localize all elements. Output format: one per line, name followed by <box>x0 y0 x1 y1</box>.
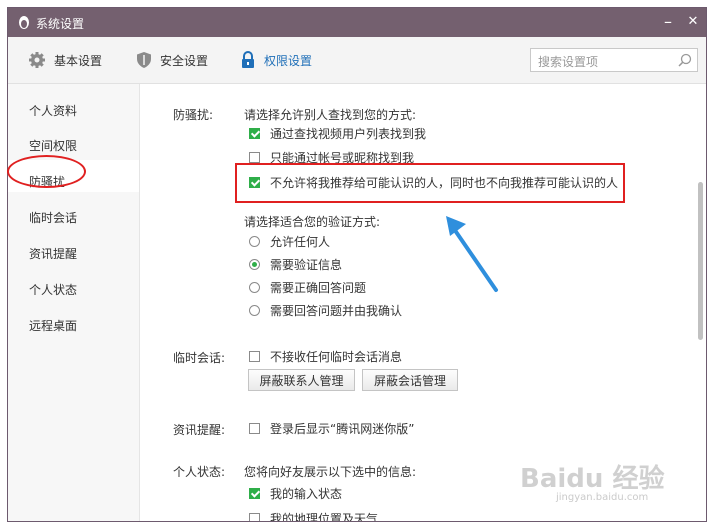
block-sessions-button[interactable]: 屏蔽会话管理 <box>362 369 458 391</box>
title-bar: 系统设置 – ✕ <box>8 8 706 37</box>
arrow-icon <box>446 216 498 292</box>
shield-icon <box>137 52 151 68</box>
search-input[interactable]: 搜索设置项 <box>530 48 698 72</box>
verify-option-anyone[interactable]: 允许任何人 <box>249 232 330 250</box>
verify-option-message[interactable]: 需要验证信息 <box>249 255 342 273</box>
status-prompt: 您将向好友展示以下选中的信息: <box>244 465 417 479</box>
radio[interactable] <box>249 281 260 293</box>
watermark-url: jingyan.baidu.com <box>556 492 649 503</box>
tab-label: 权限设置 <box>264 53 313 68</box>
section-label-status: 个人状态: <box>173 465 226 479</box>
checkbox[interactable] <box>249 151 260 163</box>
option-label: 我的输入状态 <box>270 486 343 501</box>
settings-window: 系统设置 – ✕ 基本设置 安全设置 权限设置 搜索设置项 个人资料 空间权限 … <box>7 7 707 522</box>
section-label-news: 资讯提醒: <box>173 423 226 437</box>
sidebar-item-profile[interactable]: 个人资料 <box>29 102 77 119</box>
option-label: 不接收任何临时会话消息 <box>270 349 403 364</box>
tab-permission-settings[interactable]: 权限设置 <box>240 48 312 72</box>
settings-content: 防骚扰: 请选择允许别人查找到您的方式: 通过查找视频用户列表找到我 只能通过帐… <box>140 84 694 522</box>
watermark-logo: Baidu 经验 <box>520 464 665 494</box>
scrollbar-thumb[interactable] <box>698 182 703 340</box>
checkbox[interactable] <box>249 422 260 434</box>
sidebar-item-remote-desktop[interactable]: 远程桌面 <box>29 317 77 334</box>
tab-label: 安全设置 <box>160 53 209 68</box>
tab-basic-settings[interactable]: 基本设置 <box>28 48 102 72</box>
gear-icon <box>29 52 45 68</box>
search-placeholder: 搜索设置项 <box>538 55 599 69</box>
verify-prompt: 请选择适合您的验证方式: <box>244 215 381 229</box>
radio[interactable] <box>249 304 260 316</box>
radio[interactable] <box>249 258 260 270</box>
checkbox[interactable] <box>249 127 260 139</box>
option-label: 允许任何人 <box>270 234 331 249</box>
option-label: 通过查找视频用户列表找到我 <box>270 126 427 141</box>
temp-session-option[interactable]: 不接收任何临时会话消息 <box>249 347 402 365</box>
radio[interactable] <box>249 235 260 247</box>
checkbox[interactable] <box>249 350 260 362</box>
verify-option-answer-confirm[interactable]: 需要回答问题并由我确认 <box>249 301 402 319</box>
option-label: 登录后显示“腾讯网迷你版” <box>270 421 415 436</box>
status-option-location[interactable]: 我的地理位置及天气 <box>249 509 379 522</box>
option-label: 需要验证信息 <box>270 257 343 272</box>
scrollbar[interactable] <box>694 84 706 521</box>
sidebar: 个人资料 空间权限 防骚扰 临时会话 资讯提醒 个人状态 远程桌面 <box>8 84 140 521</box>
close-button[interactable]: ✕ <box>683 12 703 32</box>
highlight-box <box>235 163 625 203</box>
sidebar-item-news[interactable]: 资讯提醒 <box>29 245 77 262</box>
checkbox[interactable] <box>249 487 260 499</box>
toolbar: 基本设置 安全设置 权限设置 搜索设置项 <box>8 37 706 84</box>
option-label: 需要正确回答问题 <box>270 280 367 295</box>
find-prompt: 请选择允许别人查找到您的方式: <box>244 108 417 122</box>
option-label: 需要回答问题并由我确认 <box>270 303 403 318</box>
block-contacts-button[interactable]: 屏蔽联系人管理 <box>248 369 355 391</box>
status-option-typing[interactable]: 我的输入状态 <box>249 484 342 502</box>
window-title: 系统设置 <box>36 17 85 31</box>
checkbox[interactable] <box>249 512 260 521</box>
lock-icon <box>242 51 254 68</box>
search-icon[interactable] <box>678 53 692 67</box>
penguin-icon <box>19 16 29 29</box>
tab-label: 基本设置 <box>54 53 103 68</box>
sidebar-item-space-permission[interactable]: 空间权限 <box>29 137 77 154</box>
section-label-anti-harass: 防骚扰: <box>173 108 214 122</box>
minimize-button[interactable]: – <box>658 12 678 32</box>
tab-security-settings[interactable]: 安全设置 <box>136 48 208 72</box>
news-option[interactable]: 登录后显示“腾讯网迷你版” <box>249 419 414 437</box>
sidebar-item-status[interactable]: 个人状态 <box>29 281 77 298</box>
sidebar-item-temp-session[interactable]: 临时会话 <box>29 209 77 226</box>
highlight-ellipse <box>7 155 86 188</box>
verify-option-answer[interactable]: 需要正确回答问题 <box>249 278 366 296</box>
section-label-temp-session: 临时会话: <box>173 351 226 365</box>
option-label: 我的地理位置及天气 <box>270 511 379 522</box>
find-option-video-list[interactable]: 通过查找视频用户列表找到我 <box>249 124 426 142</box>
